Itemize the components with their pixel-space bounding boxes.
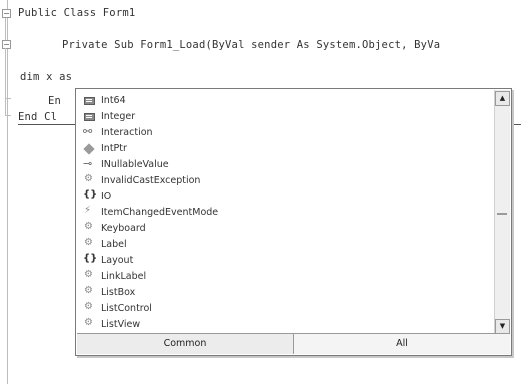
completion-item[interactable]: ItemChangedEventMode bbox=[83, 205, 218, 220]
tab-all[interactable]: All bbox=[293, 334, 510, 354]
fold-guide bbox=[5, 18, 6, 40]
completion-scrollbar[interactable]: ▲ ▼ bbox=[494, 90, 510, 335]
enum-icon bbox=[83, 95, 97, 107]
completion-item-label: Int64 bbox=[101, 95, 126, 106]
code-editor[interactable]: − Public Class Form1 − Private Sub Form1… bbox=[0, 0, 521, 384]
namespace-icon bbox=[83, 189, 97, 203]
completion-item[interactable]: ListBox bbox=[83, 285, 135, 300]
completion-item[interactable]: Keyboard bbox=[83, 221, 146, 236]
completion-list[interactable]: Int64 Integer Interaction IntPtr INullableVa… bbox=[77, 90, 494, 335]
completion-item-label: LinkLabel bbox=[101, 271, 147, 282]
completion-item-label: INullableValue bbox=[101, 159, 169, 170]
completion-item[interactable]: ListControl bbox=[83, 301, 152, 316]
collapse-sub-icon[interactable]: − bbox=[2, 40, 11, 49]
intellisense-popup[interactable]: Int64 Integer Interaction IntPtr INullableVa… bbox=[75, 88, 512, 356]
fold-guide bbox=[5, 48, 6, 98]
completion-item-label: ListBox bbox=[101, 287, 136, 298]
completion-item[interactable]: ListView bbox=[83, 317, 140, 332]
completion-item-label: Interaction bbox=[101, 127, 153, 138]
scroll-thumb-marker[interactable] bbox=[497, 213, 507, 215]
completion-item-label: Integer bbox=[101, 111, 136, 122]
class-icon bbox=[83, 301, 97, 315]
class-icon bbox=[83, 317, 97, 331]
code-line-sub: Private Sub Form1_Load(ByVal sender As S… bbox=[62, 39, 441, 51]
completion-item-label: InvalidCastException bbox=[101, 175, 201, 186]
code-line-end-sub: En bbox=[48, 95, 62, 107]
code-line-end-class: End Cl bbox=[18, 111, 58, 123]
enum-icon bbox=[83, 111, 97, 123]
editor-margin-rule bbox=[7, 0, 8, 384]
code-line-dim: dim x as bbox=[20, 71, 73, 83]
line-underline bbox=[512, 124, 521, 125]
collapse-class-icon[interactable]: − bbox=[2, 9, 11, 18]
completion-item[interactable]: Layout bbox=[83, 253, 133, 268]
scroll-down-button[interactable]: ▼ bbox=[495, 319, 510, 334]
interface-icon bbox=[83, 125, 97, 139]
scroll-up-button[interactable]: ▲ bbox=[495, 91, 510, 106]
completion-item-label: IntPtr bbox=[101, 143, 127, 154]
completion-tabs: Common All bbox=[77, 333, 510, 354]
completion-item-label: IO bbox=[101, 191, 112, 202]
completion-item[interactable]: Integer bbox=[83, 109, 135, 124]
class-icon bbox=[83, 221, 97, 235]
structure-icon bbox=[83, 143, 97, 155]
completion-item-label: Keyboard bbox=[101, 223, 146, 234]
completion-item[interactable]: IntPtr bbox=[83, 141, 127, 156]
code-line-class: Public Class Form1 bbox=[18, 7, 136, 19]
class-icon bbox=[83, 285, 97, 299]
class-icon bbox=[83, 269, 97, 283]
completion-item[interactable]: IO bbox=[83, 189, 111, 204]
completion-item[interactable]: Int64 bbox=[83, 93, 126, 108]
completion-item-label: Layout bbox=[101, 255, 134, 266]
completion-item-label: ListControl bbox=[101, 303, 152, 314]
class-icon bbox=[83, 173, 97, 187]
fold-end-marker bbox=[5, 115, 11, 116]
line-underline bbox=[18, 124, 76, 125]
tab-common[interactable]: Common bbox=[77, 334, 293, 354]
class-icon bbox=[83, 237, 97, 251]
completion-item[interactable]: LinkLabel bbox=[83, 269, 146, 284]
namespace-icon bbox=[83, 253, 97, 267]
completion-item-label: Label bbox=[101, 239, 127, 250]
completion-item[interactable]: Label bbox=[83, 237, 127, 252]
lollipop-interface-icon bbox=[83, 157, 97, 171]
completion-item-label: ItemChangedEventMode bbox=[101, 207, 219, 218]
completion-item[interactable]: INullableValue bbox=[83, 157, 169, 172]
completion-item[interactable]: InvalidCastException bbox=[83, 173, 200, 188]
event-icon bbox=[83, 205, 97, 219]
fold-guide bbox=[5, 98, 6, 115]
completion-item-label: ListView bbox=[101, 319, 141, 330]
completion-item[interactable]: Interaction bbox=[83, 125, 153, 140]
